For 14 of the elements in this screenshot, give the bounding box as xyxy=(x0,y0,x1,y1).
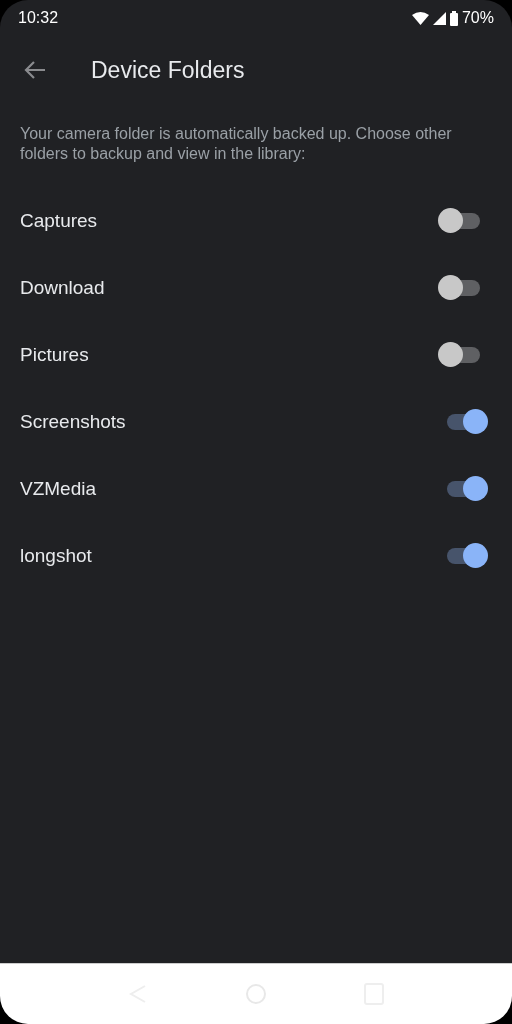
signal-icon xyxy=(432,11,446,25)
description-text: Your camera folder is automatically backed up. Choose other folders to backup and view in the library: xyxy=(20,124,453,164)
folder-name: VZMedia xyxy=(20,477,97,500)
page-title: Device Folders xyxy=(91,56,245,84)
battery-icon xyxy=(449,10,458,26)
folder-name: Pictures xyxy=(20,343,89,366)
wifi-icon xyxy=(411,11,429,25)
folder-name: Captures xyxy=(20,209,98,232)
back-arrow-icon[interactable] xyxy=(24,61,46,79)
folder-name: Download xyxy=(20,276,105,299)
status-time: 10:32 xyxy=(18,9,59,27)
folder-name: longshot xyxy=(20,544,92,567)
battery-percentage: 70% xyxy=(461,9,494,27)
folder-name: Screenshots xyxy=(20,410,126,433)
